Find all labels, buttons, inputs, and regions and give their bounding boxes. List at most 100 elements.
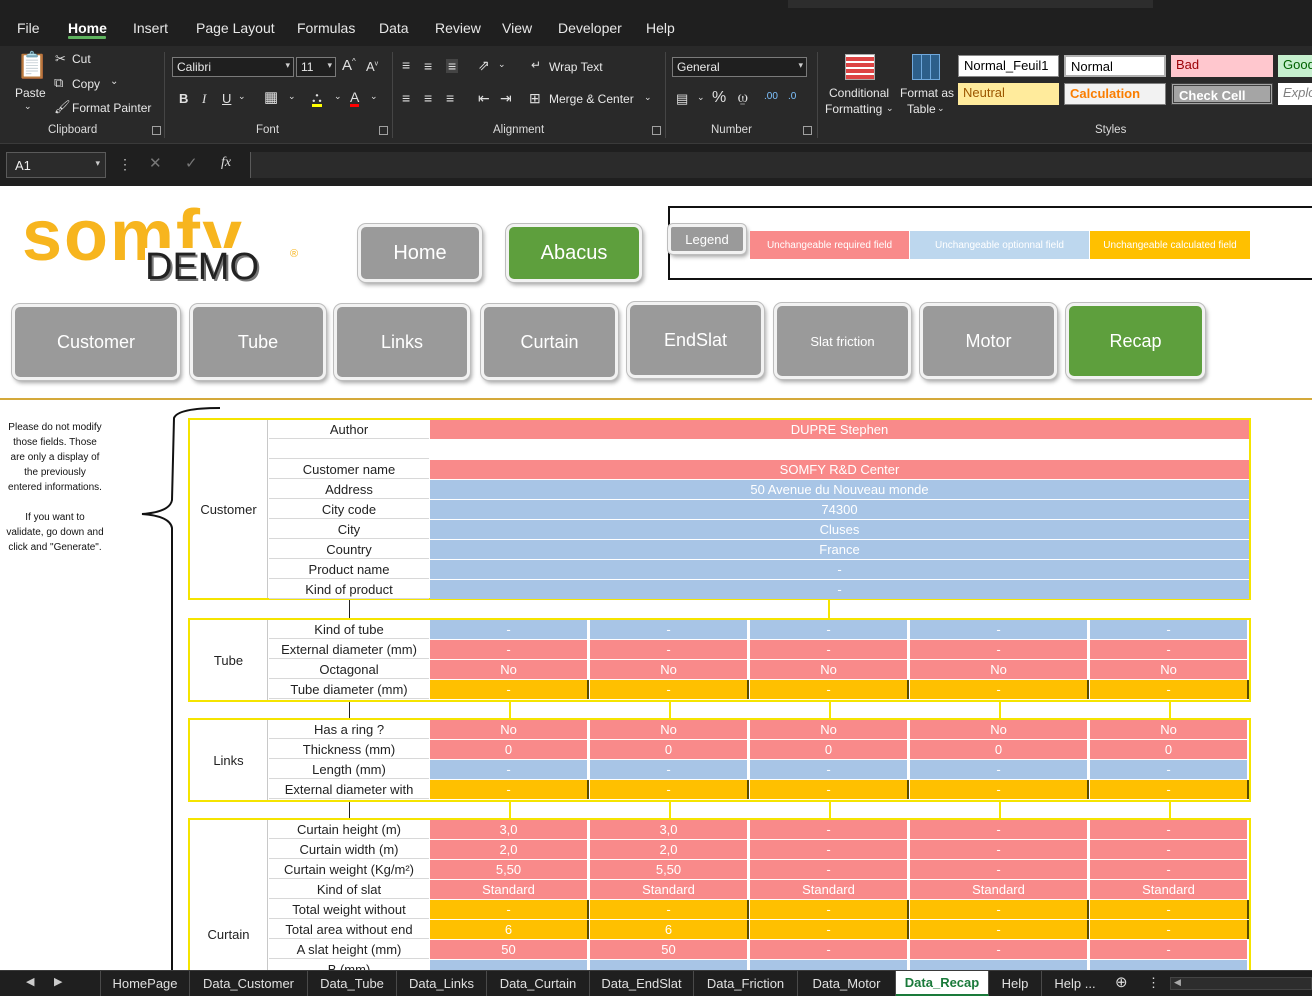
field-value[interactable]: - — [750, 680, 909, 699]
tab-page-layout[interactable]: Page Layout — [196, 20, 275, 36]
field-value[interactable]: - — [910, 900, 1089, 919]
worksheet[interactable]: somfy DEMO ® Home Abacus Legend Unchange… — [0, 186, 1312, 970]
field-value[interactable]: - — [1090, 680, 1249, 699]
nav-links-button[interactable]: Links — [334, 304, 470, 380]
field-value[interactable]: - — [750, 820, 909, 839]
field-value[interactable]: - — [590, 640, 749, 659]
style-normal-feuil1[interactable]: Normal_Feuil1 — [958, 55, 1059, 77]
field-value[interactable]: - — [910, 780, 1089, 799]
field-value[interactable]: - — [430, 560, 1249, 579]
copy-button[interactable]: Copy — [72, 77, 100, 91]
field-value[interactable]: - — [750, 760, 909, 779]
field-value[interactable]: - — [430, 680, 589, 699]
field-value[interactable] — [750, 960, 909, 970]
field-value[interactable]: - — [1090, 640, 1249, 659]
number-launcher-icon[interactable] — [803, 126, 812, 135]
nav-endslat-button[interactable]: EndSlat — [627, 302, 764, 378]
field-value[interactable]: 5,50 — [590, 860, 749, 879]
field-value[interactable]: Standard — [430, 880, 589, 899]
sheet-tab-data-links[interactable]: Data_Links — [397, 971, 487, 996]
font-launcher-icon[interactable] — [379, 126, 388, 135]
field-value[interactable]: Standard — [910, 880, 1089, 899]
tab-review[interactable]: Review — [435, 20, 481, 36]
field-value[interactable]: - — [910, 760, 1089, 779]
abacus-button[interactable]: Abacus — [506, 224, 642, 282]
field-value[interactable]: 5,50 — [430, 860, 589, 879]
cancel-icon[interactable]: ✕ — [149, 156, 162, 171]
formula-input[interactable] — [250, 152, 1312, 178]
conditional-formatting-icon[interactable] — [845, 54, 875, 80]
field-value[interactable]: - — [430, 760, 589, 779]
sheet-tab-data-curtain[interactable]: Data_Curtain — [487, 971, 590, 996]
conditional-formatting-label[interactable]: Formatting — [825, 102, 882, 116]
style-calculation[interactable]: Calculation — [1064, 83, 1166, 105]
decrease-font-icon[interactable]: Av — [366, 60, 378, 73]
accounting-icon[interactable]: ▤ — [676, 92, 688, 105]
field-value[interactable]: 2,0 — [590, 840, 749, 859]
percent-icon[interactable]: % — [712, 90, 726, 106]
field-value[interactable]: - — [750, 620, 909, 639]
chevron-down-icon[interactable]: ⌄ — [498, 60, 506, 69]
fx-icon[interactable]: fx — [221, 156, 231, 170]
field-value[interactable]: - — [1090, 900, 1249, 919]
field-value[interactable]: - — [1090, 620, 1249, 639]
field-value[interactable]: - — [910, 680, 1089, 699]
sheet-tab-homepage[interactable]: HomePage — [100, 971, 190, 996]
field-value[interactable]: Standard — [750, 880, 909, 899]
search-box[interactable] — [788, 0, 1153, 8]
font-size-combo[interactable]: 11 ▾ — [296, 57, 336, 77]
cut-button[interactable]: Cut — [72, 52, 91, 66]
field-value[interactable] — [590, 960, 749, 970]
style-normal[interactable]: Normal — [1064, 55, 1166, 77]
field-value[interactable]: - — [750, 920, 909, 939]
font-name-combo[interactable]: Calibri ▾ — [172, 57, 294, 77]
scroll-right-icon[interactable]: ▶ — [54, 977, 62, 988]
decrease-decimal-icon[interactable]: .0 — [788, 92, 796, 102]
field-value[interactable]: No — [590, 660, 749, 679]
field-value[interactable]: Standard — [1090, 880, 1249, 899]
merge-center-icon[interactable]: ⊞ — [529, 91, 541, 105]
field-value[interactable]: - — [1090, 760, 1249, 779]
increase-indent-icon[interactable]: ⇥ — [500, 91, 512, 105]
chevron-down-icon[interactable]: ⌄ — [697, 93, 705, 102]
style-neutral[interactable]: Neutral — [958, 83, 1059, 105]
field-value[interactable]: - — [910, 620, 1089, 639]
increase-font-icon[interactable]: A^ — [342, 58, 356, 74]
sheet-tab-help[interactable]: Help — [989, 971, 1042, 996]
field-value[interactable]: No — [430, 660, 589, 679]
chevron-down-icon[interactable]: ⌄ — [110, 77, 118, 87]
field-value[interactable]: - — [1090, 840, 1249, 859]
style-bad[interactable]: Bad — [1171, 55, 1273, 77]
conditional-formatting-button[interactable]: Conditional — [829, 86, 889, 100]
italic-icon[interactable]: I — [202, 92, 206, 105]
field-value[interactable]: 0 — [910, 740, 1089, 759]
field-value[interactable]: No — [590, 720, 749, 739]
field-value[interactable]: - — [430, 580, 1249, 599]
field-value[interactable]: - — [590, 780, 749, 799]
field-value[interactable]: - — [430, 900, 589, 919]
field-value[interactable]: - — [750, 860, 909, 879]
field-value[interactable]: 0 — [1090, 740, 1249, 759]
horizontal-scrollbar[interactable]: ◀ — [1170, 977, 1312, 990]
more-options-icon[interactable]: ⋮ — [1147, 976, 1160, 989]
chevron-down-icon[interactable]: ⌄ — [370, 92, 378, 101]
tab-formulas[interactable]: Formulas — [297, 20, 355, 36]
paste-button[interactable]: Paste — [15, 86, 46, 100]
sheet-tab-data-motor[interactable]: Data_Motor — [798, 971, 896, 996]
field-value[interactable]: No — [750, 660, 909, 679]
field-value[interactable]: - — [430, 640, 589, 659]
nav-slat-friction-button[interactable]: Slat friction — [774, 303, 911, 379]
field-value[interactable]: 74300 — [430, 500, 1249, 519]
bold-icon[interactable]: B — [179, 92, 188, 105]
paste-icon[interactable]: 📋 — [16, 52, 48, 78]
field-value[interactable]: Cluses — [430, 520, 1249, 539]
field-value[interactable] — [910, 960, 1089, 970]
sheet-tab-help-more[interactable]: Help ... — [1042, 971, 1108, 996]
nav-motor-button[interactable]: Motor — [920, 303, 1057, 379]
tab-developer[interactable]: Developer — [558, 20, 622, 36]
home-button[interactable]: Home — [358, 224, 482, 282]
field-value[interactable]: 3,0 — [430, 820, 589, 839]
format-painter-button[interactable]: Format Painter — [72, 101, 151, 115]
tab-view[interactable]: View — [502, 20, 532, 36]
field-value[interactable]: 6 — [430, 920, 589, 939]
